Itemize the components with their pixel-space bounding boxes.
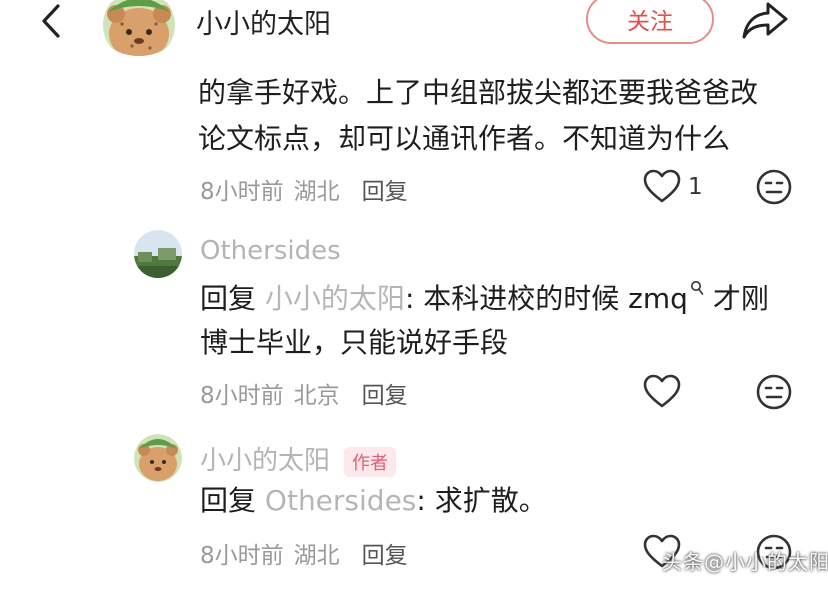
- comment-text-line-1: 的拿手好戏。上了中组部拔尖都还要我爸爸改: [198, 76, 759, 109]
- reply-time: 8小时前: [200, 383, 284, 409]
- neutral-face-icon: [756, 169, 792, 205]
- page-title: 小小的太阳: [196, 9, 331, 40]
- reply-author-label: 小小的太阳: [200, 446, 331, 476]
- like-count: 1: [688, 174, 703, 200]
- dislike-button[interactable]: [754, 372, 794, 412]
- chevron-left-icon: [42, 4, 60, 38]
- author-badge: 作者: [344, 446, 397, 477]
- reply-meta: 8小时前 北京 回复: [200, 376, 418, 410]
- reply-location: 北京: [293, 383, 340, 409]
- avatar[interactable]: [98, 0, 180, 56]
- reply-author-name[interactable]: 小小的太阳 作者: [200, 440, 397, 477]
- heart-outline-icon: [643, 169, 681, 203]
- back-button[interactable]: [30, 0, 76, 42]
- reply-text-after: 才刚: [703, 282, 769, 315]
- reply-author-name[interactable]: Othersides: [200, 236, 341, 266]
- avatar[interactable]: [134, 230, 182, 278]
- comment-meta: 8小时前 湖北 回复: [200, 172, 418, 206]
- bear-avatar-icon: [103, 0, 175, 56]
- like-button[interactable]: [642, 167, 682, 207]
- like-button[interactable]: [642, 372, 682, 412]
- comment-time: 8小时前: [200, 179, 284, 205]
- reply-prefix: 回复: [200, 282, 257, 315]
- reply-text: 求扩散。: [434, 484, 547, 517]
- mention-link[interactable]: 小小的太阳: [265, 282, 405, 315]
- reply-text-line-1: 回复 小小的太阳: 本科进校的时候 zmq 才刚: [200, 276, 769, 322]
- comment-location: 湖北: [293, 179, 340, 205]
- dislike-button[interactable]: [754, 167, 794, 207]
- neutral-face-icon: [756, 374, 792, 410]
- reply-text-line-2: 博士毕业，只能说好手段: [200, 326, 509, 359]
- bear-avatar-icon: [134, 434, 182, 482]
- reply-text: 本科进校的时候 zmq: [423, 282, 688, 315]
- reply-reply-button[interactable]: 回复: [362, 543, 408, 569]
- follow-button[interactable]: 关注: [586, 0, 714, 44]
- heart-outline-icon: [643, 374, 681, 408]
- search-icon[interactable]: [690, 280, 704, 296]
- avatar[interactable]: [134, 434, 182, 482]
- mention-link[interactable]: Othersides: [265, 484, 416, 517]
- comment-reply-button[interactable]: 回复: [362, 179, 408, 205]
- reply-location: 湖北: [293, 543, 340, 569]
- reply-colon: :: [404, 282, 415, 315]
- share-button[interactable]: [740, 0, 790, 42]
- reply-colon: :: [416, 484, 426, 517]
- reply-prefix: 回复: [200, 484, 257, 517]
- watermark: 头条@小小的太阳: [662, 550, 828, 574]
- reply-time: 8小时前: [200, 543, 284, 569]
- comment-text-line-2: 论文标点，却可以通讯作者。不知道为什么: [198, 122, 731, 155]
- reply-reply-button[interactable]: 回复: [362, 383, 408, 409]
- share-arrow-icon: [742, 2, 788, 39]
- reply-text-line-1: 回复 Othersides: 求扩散。: [200, 478, 547, 524]
- reply-meta: 8小时前 湖北 回复: [200, 536, 418, 570]
- landscape-avatar-icon: [134, 230, 182, 278]
